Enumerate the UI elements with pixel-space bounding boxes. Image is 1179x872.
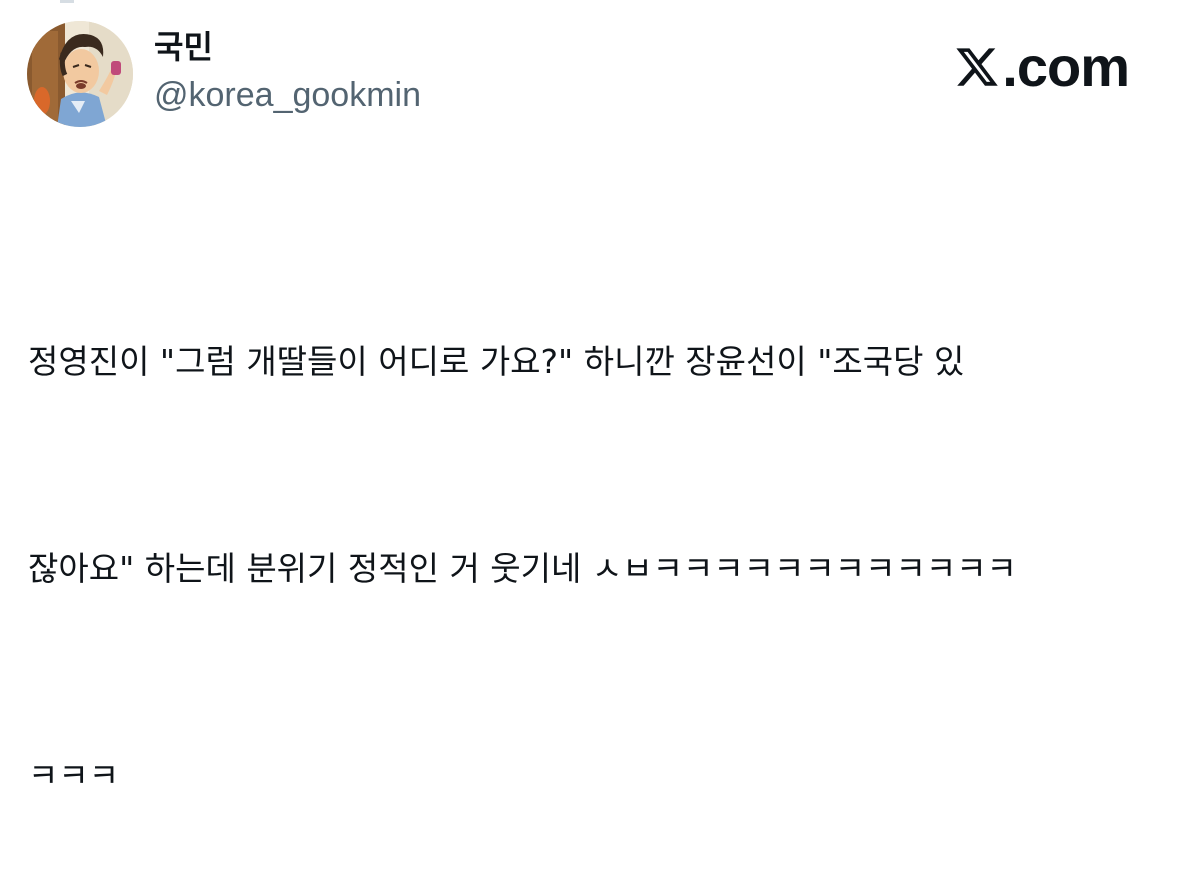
brand-domain-text: .com [1002, 35, 1130, 98]
tweet-line: 정영진이 "그럼 개딸들이 어디로 가요?" 하니깐 장윤선이 "조국당 있 [28, 342, 965, 381]
tweet-body: 정영진이 "그럼 개딸들이 어디로 가요?" 하니깐 장윤선이 "조국당 있 잖… [28, 189, 1148, 872]
tweet-line: 잖아요" 하는데 분위기 정적인 거 웃기네 ㅅㅂㅋㅋㅋㅋㅋㅋㅋㅋㅋㅋㅋㅋ [28, 549, 1017, 588]
author-handle[interactable]: @korea_gookmin [154, 75, 421, 115]
cartoon-man-avatar-icon [27, 21, 133, 127]
brand-watermark: .com [954, 35, 1130, 98]
x-logo-icon [956, 48, 999, 86]
avatar[interactable] [27, 21, 133, 127]
author-display-name[interactable]: 국민 [154, 27, 421, 67]
author-info: 국민 @korea_gookmin [154, 27, 421, 115]
tweet-line: ㅋㅋㅋ [28, 756, 120, 795]
tweet-header: 국민 @korea_gookmin .com [27, 21, 1139, 131]
top-divider [60, 0, 74, 3]
